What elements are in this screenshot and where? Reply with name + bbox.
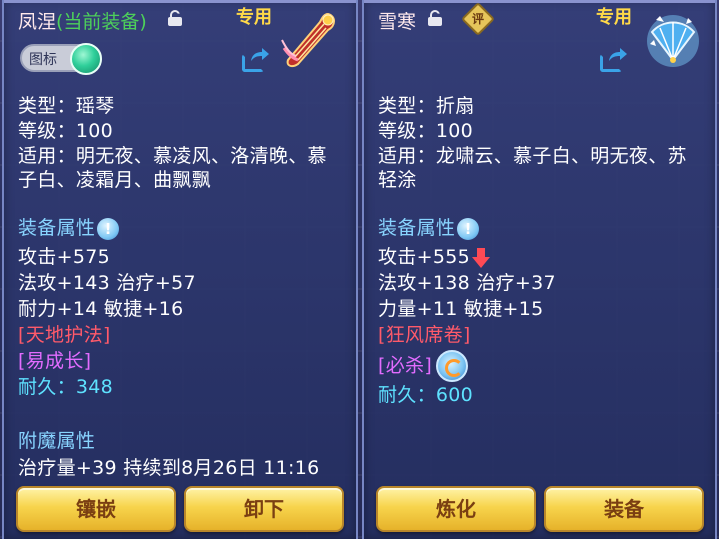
unlock-icon[interactable] bbox=[428, 10, 442, 26]
equip-button[interactable]: 装备 bbox=[544, 486, 704, 532]
item-name: 雪寒 bbox=[378, 11, 417, 33]
applicable-line-1: 适用：明无夜、慕凌风、洛清晚、慕 bbox=[18, 145, 327, 167]
applicable-line-2: 子白、凌霜月、曲飘飘 bbox=[18, 169, 212, 191]
item-level: 等级：100 bbox=[18, 120, 114, 142]
info-icon[interactable]: ! bbox=[97, 217, 120, 240]
inlay-button[interactable]: 镶嵌 bbox=[16, 486, 176, 532]
item-title: 雪寒 bbox=[378, 7, 416, 34]
evaluation-badge-text: 评 bbox=[471, 12, 484, 26]
unequip-button[interactable]: 卸下 bbox=[184, 486, 344, 532]
magic-heal-stat: 法攻+143 治疗+57 bbox=[18, 272, 196, 294]
skill-kuangfeng-xijuan: [狂风席卷] bbox=[378, 324, 471, 346]
exclusive-tag: 专用 bbox=[236, 7, 272, 28]
equipment-attributes-title: 装备属性! bbox=[18, 213, 120, 240]
skill-bisha: [必杀] bbox=[378, 350, 469, 382]
endurance-agility-stat: 耐力+14 敏捷+16 bbox=[18, 298, 184, 320]
info-icon[interactable]: ! bbox=[457, 217, 480, 240]
toggle-label: 图标 bbox=[29, 52, 57, 68]
durability: 耐久：600 bbox=[378, 384, 474, 406]
item-type: 类型：瑶琴 bbox=[18, 95, 115, 117]
share-icon[interactable] bbox=[600, 48, 628, 72]
skill-bisha-label: [必杀] bbox=[378, 354, 433, 377]
equipment-attributes-title: 装备属性! bbox=[378, 213, 480, 240]
panel-top-border bbox=[4, 0, 356, 3]
applicable-line-2: 轻涂 bbox=[378, 169, 417, 191]
item-level: 等级：100 bbox=[378, 120, 474, 142]
refine-button[interactable]: 炼化 bbox=[376, 486, 536, 532]
attr-title-text: 装备属性 bbox=[378, 217, 456, 239]
stat-decrease-arrow-icon bbox=[472, 247, 490, 268]
item-type: 类型：折扇 bbox=[378, 95, 475, 117]
guqin-item-icon bbox=[281, 12, 335, 68]
item-name: 凤涅 bbox=[18, 11, 57, 33]
applicable-line-1: 适用：龙啸云、慕子白、明无夜、苏 bbox=[378, 145, 687, 167]
skill-yichengzhang: [易成长] bbox=[18, 350, 92, 372]
exclusive-tag: 专用 bbox=[596, 7, 632, 28]
panel-top-border bbox=[364, 0, 715, 3]
attack-stat: 攻击+575 bbox=[18, 246, 110, 268]
share-icon[interactable] bbox=[242, 48, 270, 72]
durability: 耐久：348 bbox=[18, 376, 114, 398]
unlock-icon[interactable] bbox=[168, 10, 182, 26]
item-title: 凤涅(当前装备) bbox=[18, 7, 147, 34]
magic-heal-stat: 法攻+138 治疗+37 bbox=[378, 272, 556, 294]
enchant-effect: 治疗量+39 持续到8月26日 11:16 bbox=[18, 457, 320, 479]
strength-agility-stat: 力量+11 敏捷+15 bbox=[378, 298, 544, 320]
current-equipment-panel: 凤涅(当前装备) 专用 图标 类型：瑶琴 等级：100 适用：明无夜、慕凌风、洛… bbox=[2, 0, 358, 539]
enchant-attributes-title: 附魔属性 bbox=[18, 430, 96, 452]
icon-toggle[interactable]: 图标 bbox=[20, 43, 102, 75]
attack-stat: 攻击+555 bbox=[378, 242, 490, 269]
equipped-status: (当前装备) bbox=[56, 11, 147, 33]
fan-item-icon bbox=[647, 15, 699, 67]
attack-value: 攻击+555 bbox=[378, 246, 470, 268]
attr-title-text: 装备属性 bbox=[18, 217, 96, 239]
skill-bisha-icon[interactable] bbox=[436, 350, 469, 382]
skill-tiandi-hufa: [天地护法] bbox=[18, 324, 111, 346]
toggle-knob bbox=[70, 43, 102, 75]
compare-equipment-panel: 雪寒 专用 类型：折扇 等级：100 适用：龙啸云、慕子白、明无夜、苏 轻涂 装… bbox=[362, 0, 717, 539]
